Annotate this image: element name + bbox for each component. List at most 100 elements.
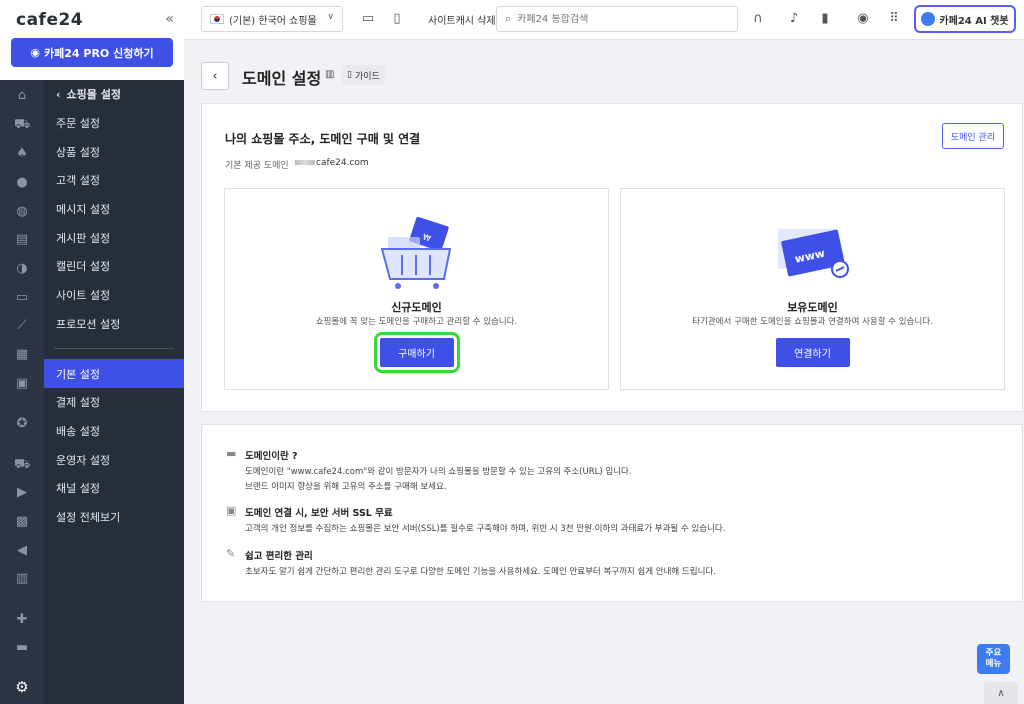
board-icon[interactable]: ▤ <box>14 232 30 248</box>
own-domain-panel: www 보유도메인 타기관에서 구매한 도메인을 쇼핑몰과 연결하여 사용할 수… <box>620 188 1005 390</box>
page-header: ‹ 도메인 설정 ▥ ▯ 가이드 <box>201 60 1011 90</box>
menu-item-product[interactable]: 상품 설정 <box>44 137 184 166</box>
location-pin-icon: ◉ <box>30 46 41 59</box>
ai-chatbot-button[interactable]: 카페24 AI 챗봇 <box>914 5 1016 33</box>
chevron-down-icon: ∨ <box>327 12 334 22</box>
folder-icon[interactable]: ▬ <box>14 640 30 656</box>
quick-menu-button[interactable]: 주요 메뉴 <box>977 644 1010 674</box>
shop-select-dropdown[interactable]: (기본) 한국어 쇼핑몰 ∨ <box>201 6 343 32</box>
home-icon[interactable]: ⌂ <box>14 88 30 104</box>
base-domain-value: cafe24.com <box>295 158 369 168</box>
gear-icon[interactable]: ⚙ <box>0 670 44 704</box>
domain-info-card: ▬ 도메인이란 ? 도메인이란 "www.cafe24.com"와 같이 방문자… <box>201 424 1023 602</box>
chat-icon[interactable]: ◍ <box>14 204 30 220</box>
megaphone-icon[interactable]: ◀ <box>14 543 30 559</box>
pro-apply-button[interactable]: ◉ 카페24 PRO 신청하기 <box>11 38 173 67</box>
menu-divider <box>54 348 174 350</box>
settings-menu: ‹ 쇼핑몰 설정 주문 설정 상품 설정 고객 설정 메시지 설정 게시판 설정… <box>44 80 184 704</box>
app-grid-icon[interactable]: ⠿ <box>886 11 902 27</box>
menu-item-order[interactable]: 주문 설정 <box>44 109 184 138</box>
domain-manage-button[interactable]: 도메인 관리 <box>942 123 1004 149</box>
page-title: 도메인 설정 <box>242 69 322 88</box>
chatbot-icon <box>921 12 936 26</box>
bell-icon[interactable]: ♪ <box>786 11 802 27</box>
menu-item-customer[interactable]: 고객 설정 <box>44 166 184 195</box>
shopping-cart-illustration: ₩ <box>380 216 451 289</box>
connect-domain-button[interactable]: 연결하기 <box>775 338 850 367</box>
apps-add-icon[interactable]: ✚ <box>14 612 30 628</box>
menu-header-label: 쇼핑몰 설정 <box>66 88 121 102</box>
badge-icon[interactable]: ✪ <box>14 416 30 432</box>
info-line: 도메인이란 "www.cafe24.com"와 같이 방문자가 나의 쇼핑몰을 … <box>245 467 632 477</box>
store-icon[interactable]: ▥ <box>14 571 30 587</box>
topbar: (기본) 한국어 쇼핑몰 ∨ ▭ ▯ 사이트캐시 삭제 ⌕ ∩ ♪ ▮ ◉ ⠿ … <box>184 0 1024 40</box>
collapse-sidebar-icon[interactable]: « <box>165 11 174 27</box>
document-icon[interactable]: ▣ <box>14 376 30 392</box>
menu-item-channel[interactable]: 채널 설정 <box>44 474 184 503</box>
buy-domain-button[interactable]: 구매하기 <box>373 332 460 373</box>
play-icon[interactable]: ▶ <box>14 485 30 501</box>
menu-item-view-all[interactable]: 설정 전체보기 <box>44 503 184 532</box>
person-icon[interactable]: ● <box>14 175 30 191</box>
menu-item-site[interactable]: 사이트 설정 <box>44 281 184 310</box>
info-title: 도메인이란 ? <box>245 451 298 462</box>
grid-icon[interactable]: ▩ <box>14 514 30 530</box>
monitor-icon[interactable]: ▭ <box>14 290 30 306</box>
search-input[interactable] <box>517 13 718 25</box>
truck-icon[interactable]: ⛟ <box>14 457 30 473</box>
base-domain-label: 기본 제공 도메인 <box>225 161 289 171</box>
guide-label: 가이드 <box>354 71 380 82</box>
cafe24-logo[interactable]: cafe24 <box>16 10 83 30</box>
menu-item-payment[interactable]: 결제 설정 <box>44 388 184 417</box>
back-button[interactable]: ‹ <box>201 62 229 90</box>
menu-header-shop-settings[interactable]: ‹ 쇼핑몰 설정 <box>44 80 184 109</box>
cart-icon[interactable]: ⛟ <box>14 117 30 133</box>
pro-apply-label: 카페24 PRO 신청하기 <box>44 46 154 60</box>
sidebar-icon-rail: ⌂ ⛟ ♠ ● ◍ ▤ ◑ ▭ ⟋ ▦ ▣ ✪ ⛟ ▶ ▩ ◀ ▥ ✚ ▬ <box>0 80 44 704</box>
menu-item-operator[interactable]: 운영자 설정 <box>44 445 184 474</box>
new-domain-desc: 쇼핑몰에 꼭 맞는 도메인을 구매하고 관리할 수 있습니다. <box>315 317 518 327</box>
menu-item-basic[interactable]: 기본 설정 <box>44 359 184 388</box>
tablet-icon[interactable]: ▯ <box>389 11 405 27</box>
info-line: 고객의 개인 정보를 수집하는 쇼핑몰은 보안 서버(SSL)를 필수로 구축해… <box>245 524 726 534</box>
menu-item-calendar[interactable]: 캘린더 설정 <box>44 252 184 281</box>
menu-item-message[interactable]: 메시지 설정 <box>44 195 184 224</box>
redacted-text <box>295 160 315 165</box>
menu-item-shipping[interactable]: 배송 설정 <box>44 417 184 446</box>
shop-select-value: (기본) 한국어 쇼핑몰 <box>229 15 317 27</box>
chevron-left-icon: ‹ <box>212 68 218 84</box>
headset-icon[interactable]: ∩ <box>750 11 766 27</box>
own-domain-desc: 타기관에서 구매한 도메인을 쇼핑몰과 연결하여 사용할 수 있습니다. <box>692 317 933 327</box>
ai-chatbot-label: 카페24 AI 챗봇 <box>939 15 1009 27</box>
desktop-icon[interactable]: ▭ <box>360 11 376 27</box>
sidebar: cafe24 « ◉ 카페24 PRO 신청하기 ⌂ ⛟ ♠ ● ◍ ▤ ◑ ▭… <box>0 0 184 704</box>
lock-icon: ▣ <box>226 504 237 517</box>
card-icon: ▬ <box>226 447 237 460</box>
www-link-illustration: www <box>777 229 849 278</box>
chart-icon[interactable]: ⟋ <box>14 318 30 334</box>
search-box[interactable]: ⌕ <box>496 6 738 32</box>
guide-button[interactable]: ▯ 가이드 <box>342 65 385 85</box>
info-title: 쉽고 편리한 관리 <box>245 551 313 562</box>
scroll-top-button[interactable]: ∧ <box>984 682 1018 704</box>
quick-menu-line1: 주요 <box>985 648 1002 658</box>
new-domain-panel: ₩ 신규도메인 쇼핑몰에 꼭 맞는 도메인을 구매하고 관리할 수 있습니다. … <box>224 188 609 390</box>
korea-flag-icon <box>210 14 224 24</box>
calendar-icon[interactable]: ▦ <box>14 347 30 363</box>
chevron-left-icon: ‹ <box>56 87 61 101</box>
bookmark-icon[interactable]: ▮ <box>817 11 833 27</box>
domain-card: 나의 쇼핑몰 주소, 도메인 구매 및 연결 도메인 관리 기본 제공 도메인 … <box>201 103 1023 412</box>
new-domain-title: 신규도메인 <box>391 301 442 314</box>
info-title: 도메인 연결 시, 보안 서버 SSL 무료 <box>245 508 393 519</box>
store-icon: ▥ <box>325 69 335 80</box>
shirt-icon[interactable]: ♠ <box>14 146 30 162</box>
menu-item-board[interactable]: 게시판 설정 <box>44 223 184 252</box>
profile-icon[interactable]: ◉ <box>855 11 871 27</box>
menu-item-promotion[interactable]: 프로모션 설정 <box>44 310 184 339</box>
info-line: 초보자도 알기 쉽게 간단하고 편리한 관리 도구로 다양한 도메인 기능을 사… <box>245 567 716 577</box>
wrench-icon: ✎ <box>226 547 236 560</box>
base-domain-text: cafe24.com <box>316 158 369 168</box>
section-title: 나의 쇼핑몰 주소, 도메인 구매 및 연결 <box>225 132 421 146</box>
palette-icon[interactable]: ◑ <box>14 261 30 277</box>
cache-delete-link[interactable]: 사이트캐시 삭제 <box>428 12 496 27</box>
